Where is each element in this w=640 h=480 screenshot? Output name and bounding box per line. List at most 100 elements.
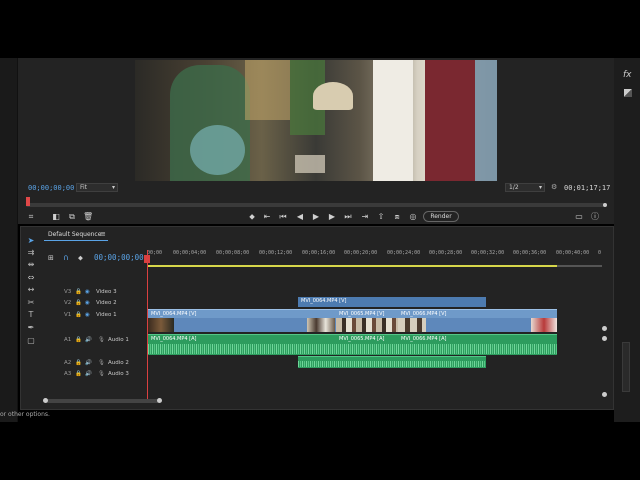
resolution-dropdown[interactable]: 1/2 <box>505 183 545 192</box>
lock-icon[interactable]: 🔒 <box>75 312 82 318</box>
lock-icon[interactable]: 🔒 <box>75 289 82 295</box>
monitor-playhead[interactable] <box>26 197 30 206</box>
lock-icon[interactable]: 🔒 <box>75 360 82 366</box>
eye-icon[interactable]: ◉ <box>85 300 90 306</box>
status-bar-text: or other options. <box>0 411 50 418</box>
track-id: V1 <box>64 312 72 318</box>
ruler-tick: 00;00;20;00 <box>344 250 378 256</box>
pen-tool-icon[interactable]: ✒ <box>26 323 36 333</box>
mic-icon[interactable]: 🎙 <box>98 337 105 343</box>
razor-tool-icon[interactable]: ✂ <box>26 298 36 308</box>
video-clip-v2[interactable]: MVI_0064.MP4 [V] <box>298 297 486 307</box>
go-to-in-icon[interactable]: ⏮ <box>278 212 288 222</box>
crop-icon[interactable]: ⌗ <box>26 212 36 222</box>
lock-icon[interactable]: 🔒 <box>75 300 82 306</box>
clip-thumbnail <box>336 318 398 332</box>
audio-waveform <box>336 344 398 354</box>
settings-wrench-icon[interactable]: ⚙ <box>551 183 557 191</box>
snap-icon[interactable]: ⊞ <box>48 254 54 262</box>
eye-icon[interactable]: ◉ <box>85 289 90 295</box>
monitor-output-icon[interactable]: ▭ <box>574 212 584 222</box>
ruler-tick: 0 <box>598 250 602 256</box>
mark-in-icon[interactable]: ⇤ <box>262 212 272 222</box>
mic-icon[interactable]: 🎙 <box>98 360 105 366</box>
timeline-timecode[interactable]: 00;00;00;00 <box>94 253 144 262</box>
export-frame-icon[interactable]: ◎ <box>408 212 418 222</box>
rectangle-tool-icon[interactable]: ▢ <box>26 336 36 346</box>
fit-dropdown[interactable]: Fit <box>76 183 118 192</box>
ripple-edit-tool-icon[interactable]: ⇹ <box>26 260 36 270</box>
ruler-tick: 00;00;24;00 <box>387 250 421 256</box>
go-to-out-icon[interactable]: ⏭ <box>343 212 353 222</box>
speaker-icon[interactable]: 🔊 <box>85 360 92 366</box>
add-marker-icon[interactable]: ⬥ <box>247 212 257 222</box>
work-area-bar-remainder <box>557 265 602 267</box>
scroll-handle-right[interactable] <box>157 398 162 403</box>
rate-stretch-tool-icon[interactable]: ↔ <box>26 285 36 295</box>
track-header-a3: A3 🔒 🔊 🎙 Audio 3 <box>44 370 146 380</box>
monitor-scrub-end-marker[interactable] <box>603 203 607 207</box>
speaker-icon[interactable]: 🔊 <box>85 337 92 343</box>
clip-thumbnail <box>148 318 174 332</box>
clip-label: MVI_0065.MP4 [A] <box>339 336 385 342</box>
fx-icon[interactable]: fx <box>623 70 632 80</box>
play-icon[interactable]: ▶ <box>311 212 321 222</box>
scroll-handle-left[interactable] <box>43 398 48 403</box>
monitor-scrub-bar[interactable] <box>26 203 606 207</box>
program-video-frame[interactable] <box>135 60 497 181</box>
ruler-tick: 00;00;12;00 <box>259 250 293 256</box>
current-timecode[interactable]: 00;00;00;00 <box>28 184 74 192</box>
sequence-tab[interactable]: Default Sequence <box>48 231 101 238</box>
clip-label: MVI_0064.MP4 [A] <box>151 336 197 342</box>
info-icon[interactable]: ⓘ <box>590 212 600 222</box>
audio-track-scroll-dot[interactable] <box>602 336 607 341</box>
rolling-edit-tool-icon[interactable]: ⇔ <box>26 273 36 283</box>
duration-timecode: 00;01;17;17 <box>564 184 611 192</box>
add-marker-timeline-icon[interactable]: ⬥ <box>78 254 83 263</box>
audio-clip-a1-1[interactable]: MVI_0064.MP4 [A] <box>148 334 336 355</box>
step-back-icon[interactable]: ◀ <box>295 212 305 222</box>
timeline-playhead-handle[interactable] <box>144 255 150 263</box>
sequence-menu-icon[interactable]: ≡ <box>100 230 106 238</box>
render-button[interactable]: Render <box>423 211 459 222</box>
track-select-tool-icon[interactable]: ⇉ <box>26 248 36 258</box>
extract-icon[interactable]: ⧈ <box>392 212 402 222</box>
ruler-tick: 00;00;32;00 <box>471 250 505 256</box>
audio-clip-a2[interactable] <box>298 356 486 368</box>
selection-tool-icon[interactable]: ➤ <box>26 236 36 246</box>
color-panel-icon[interactable] <box>624 89 632 97</box>
clip-thumbnail <box>398 318 426 332</box>
overwrite-icon[interactable]: ⧉ <box>67 212 77 222</box>
lock-icon[interactable]: 🔒 <box>75 371 82 377</box>
video-track-scroll-dot[interactable] <box>602 326 607 331</box>
insert-icon[interactable]: ◧ <box>51 212 61 222</box>
audio-clip-a1-3[interactable]: MVI_0066.MP4 [A] <box>398 334 557 355</box>
timeline-playhead-line[interactable] <box>147 250 148 400</box>
eye-icon[interactable]: ◉ <box>85 312 90 318</box>
time-ruler[interactable]: 00;00 00;00;04;00 00;00;08;00 00;00;12;0… <box>147 248 603 266</box>
type-tool-icon[interactable]: T <box>26 310 36 320</box>
mark-out-icon[interactable]: ⇥ <box>360 212 370 222</box>
audio-track-scroll-dot[interactable] <box>602 392 607 397</box>
track-id: A3 <box>64 371 72 377</box>
trash-icon[interactable]: 🗑 <box>83 212 93 222</box>
linked-selection-icon[interactable]: ∩ <box>63 253 69 262</box>
lock-icon[interactable]: 🔒 <box>75 337 82 343</box>
track-name: Video 3 <box>96 289 117 295</box>
clip-label: MVI_0064.MP4 [V] <box>151 311 197 317</box>
speaker-icon[interactable]: 🔊 <box>85 371 92 377</box>
step-forward-icon[interactable]: ▶ <box>327 212 337 222</box>
track-name: Video 1 <box>96 312 117 318</box>
work-area-bar[interactable] <box>147 265 557 267</box>
track-id: A1 <box>64 337 72 343</box>
clip-label: MVI_0066.MP4 [V] <box>401 311 447 317</box>
mic-icon[interactable]: 🎙 <box>98 371 105 377</box>
audio-waveform <box>398 344 557 354</box>
track-name: Video 2 <box>96 300 117 306</box>
audio-clip-a1-2[interactable]: MVI_0065.MP4 [A] <box>336 334 398 355</box>
track-name: Audio 1 <box>108 337 129 343</box>
lift-icon[interactable]: ⇧ <box>376 212 386 222</box>
left-panel-strip <box>0 58 18 422</box>
timeline-horizontal-scrollbar[interactable] <box>45 399 160 403</box>
clip-label: MVI_0066.MP4 [A] <box>401 336 447 342</box>
